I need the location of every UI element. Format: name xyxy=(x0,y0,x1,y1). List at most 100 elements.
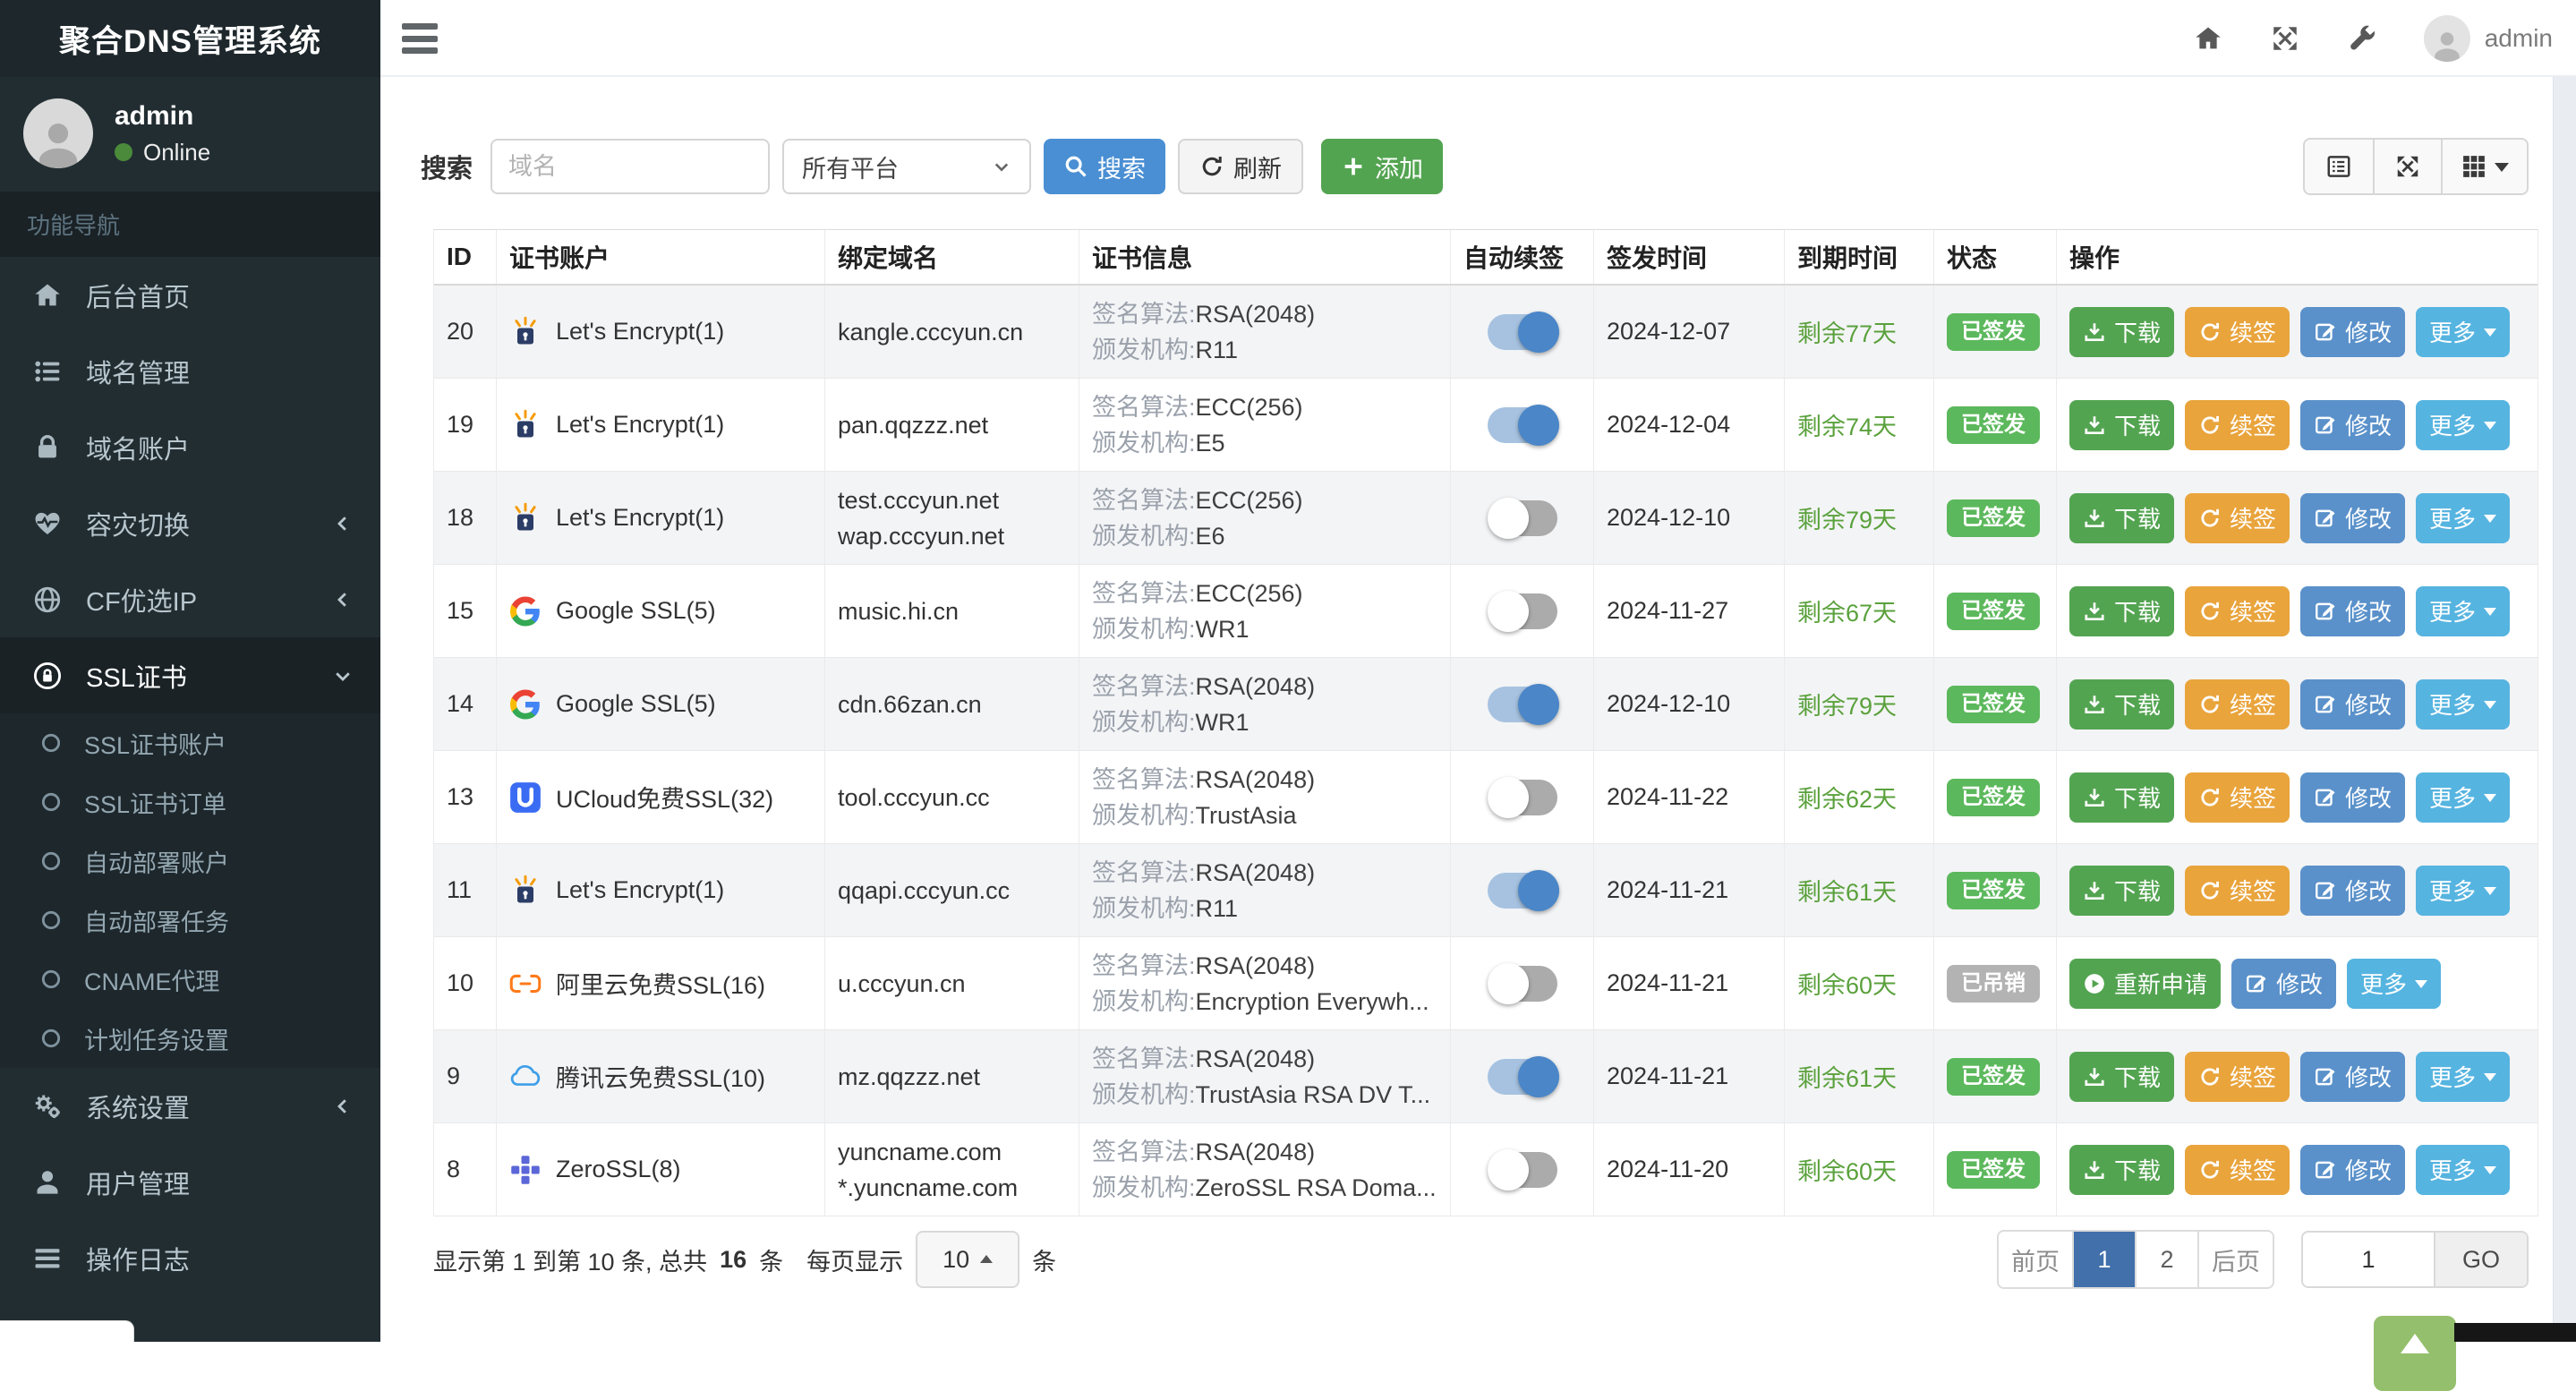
chevron-down-icon xyxy=(332,665,354,687)
home-icon[interactable] xyxy=(2193,23,2223,54)
sidebar-item-auto-deploy-accounts[interactable]: 自动部署账户 xyxy=(0,832,380,891)
edit-button[interactable]: 修改 xyxy=(2300,1051,2406,1102)
search-input[interactable] xyxy=(490,139,771,194)
auto-renew-toggle[interactable] xyxy=(1487,1055,1559,1097)
more-button[interactable]: 更多 xyxy=(2416,492,2511,543)
auto-renew-toggle[interactable] xyxy=(1487,590,1557,632)
sidebar-item-op-logs[interactable]: 操作日志 xyxy=(0,1220,380,1296)
scrollbar[interactable] xyxy=(2553,77,2576,1342)
reapply-button[interactable]: 重新申请 xyxy=(2069,958,2222,1009)
sidebar-item-domain-accounts[interactable]: 域名账户 xyxy=(0,409,380,485)
refresh-button[interactable]: 刷新 xyxy=(1178,139,1304,194)
columns-dropdown-button[interactable] xyxy=(2441,140,2527,193)
table-view-tools xyxy=(2303,138,2529,195)
sidebar-toggle-button[interactable] xyxy=(402,23,438,54)
download-button[interactable]: 下载 xyxy=(2069,306,2175,357)
sidebar-item-dashboard[interactable]: 后台首页 xyxy=(0,257,380,333)
more-button[interactable]: 更多 xyxy=(2416,678,2511,730)
edit-button[interactable]: 修改 xyxy=(2231,958,2337,1009)
download-button[interactable]: 下载 xyxy=(2069,678,2175,730)
avatar xyxy=(23,98,93,168)
wrench-icon[interactable] xyxy=(2347,23,2377,54)
table-row: 18 Let's Encrypt(1) test.cccyun.net wap.c… xyxy=(434,472,2538,565)
sidebar-item-ssl-cert-accounts[interactable]: SSL证书账户 xyxy=(0,713,380,772)
more-button[interactable]: 更多 xyxy=(2416,399,2511,450)
sidebar-item-ssl-cert-orders[interactable]: SSL证书订单 xyxy=(0,772,380,832)
letsencrypt-icon xyxy=(509,409,542,441)
auto-renew-toggle[interactable] xyxy=(1487,962,1557,1004)
more-button[interactable]: 更多 xyxy=(2416,772,2511,823)
auto-renew-toggle[interactable] xyxy=(1487,869,1559,911)
next-page-button[interactable]: 后页 xyxy=(2197,1232,2273,1287)
more-button[interactable]: 更多 xyxy=(2416,865,2511,916)
auto-renew-toggle[interactable] xyxy=(1487,404,1559,446)
download-button[interactable]: 下载 xyxy=(2069,1051,2175,1102)
fullscreen-table-button[interactable] xyxy=(2373,140,2441,193)
renew-button[interactable]: 续签 xyxy=(2185,585,2290,636)
download-button[interactable]: 下载 xyxy=(2069,492,2175,543)
sidebar-item-user-manage[interactable]: 用户管理 xyxy=(0,1144,380,1220)
table-header-row: ID 证书账户 绑定域名 证书信息 自动续签 签发时间 到期时间 状态 操作 xyxy=(434,230,2538,286)
more-button[interactable]: 更多 xyxy=(2347,958,2442,1009)
edit-button[interactable]: 修改 xyxy=(2300,585,2406,636)
renew-button[interactable]: 续签 xyxy=(2185,678,2290,730)
download-button[interactable]: 下载 xyxy=(2069,585,2175,636)
go-button[interactable]: GO xyxy=(2434,1233,2527,1286)
edit-button[interactable]: 修改 xyxy=(2300,399,2406,450)
more-button[interactable]: 更多 xyxy=(2416,1144,2511,1195)
edit-button[interactable]: 修改 xyxy=(2300,678,2406,730)
edit-button[interactable]: 修改 xyxy=(2300,865,2406,916)
table-row: 20 Let's Encrypt(1) kangle.cccyun.cn 签名算… xyxy=(434,286,2538,379)
download-button[interactable]: 下载 xyxy=(2069,1144,2175,1195)
renew-button[interactable]: 续签 xyxy=(2185,399,2290,450)
detail-view-button[interactable] xyxy=(2305,140,2373,193)
sidebar-item-domain-manage[interactable]: 域名管理 xyxy=(0,333,380,409)
more-button[interactable]: 更多 xyxy=(2416,1051,2511,1102)
download-button[interactable]: 下载 xyxy=(2069,772,2175,823)
sidebar-item-failover[interactable]: 容灾切换 xyxy=(0,485,380,561)
sidebar-item-cf-ip[interactable]: CF优选IP xyxy=(0,561,380,637)
fullscreen-icon[interactable] xyxy=(2270,23,2300,54)
add-button[interactable]: 添加 xyxy=(1321,139,1444,194)
auto-renew-toggle[interactable] xyxy=(1487,497,1557,539)
user-menu[interactable]: admin xyxy=(2423,15,2553,62)
edit-icon xyxy=(2314,414,2337,437)
renew-button[interactable]: 续签 xyxy=(2185,306,2290,357)
platform-select[interactable]: 所有平台 xyxy=(782,139,1032,194)
status-badge: 已吊销 xyxy=(1947,964,2040,1003)
edit-button[interactable]: 修改 xyxy=(2300,306,2406,357)
edit-button[interactable]: 修改 xyxy=(2300,492,2406,543)
auto-renew-toggle[interactable] xyxy=(1487,311,1559,353)
status-badge: 已签发 xyxy=(1947,405,2040,444)
sidebar-item-ssl-cert[interactable]: SSL证书 xyxy=(0,637,380,713)
page-size-select[interactable]: 10 xyxy=(916,1231,1020,1288)
download-button[interactable]: 下载 xyxy=(2069,865,2175,916)
caret-down-icon xyxy=(2415,979,2428,994)
sidebar-item-cname-proxy[interactable]: CNAME代理 xyxy=(0,950,380,1009)
renew-button[interactable]: 续签 xyxy=(2185,772,2290,823)
sidebar-item-cron-settings[interactable]: 计划任务设置 xyxy=(0,1009,380,1068)
renew-button[interactable]: 续签 xyxy=(2185,1144,2290,1195)
auto-renew-toggle[interactable] xyxy=(1487,776,1557,818)
edit-button[interactable]: 修改 xyxy=(2300,1144,2406,1195)
download-button[interactable]: 下载 xyxy=(2069,399,2175,450)
more-button[interactable]: 更多 xyxy=(2416,585,2511,636)
page-2-button[interactable]: 2 xyxy=(2135,1232,2197,1287)
page-jump-input[interactable] xyxy=(2303,1233,2434,1286)
auto-renew-toggle[interactable] xyxy=(1487,1148,1557,1190)
renew-button[interactable]: 续签 xyxy=(2185,1051,2290,1102)
list-icon xyxy=(32,356,63,387)
more-button[interactable]: 更多 xyxy=(2416,306,2511,357)
caret-down-icon xyxy=(2484,607,2497,622)
sidebar-item-system-settings[interactable]: 系统设置 xyxy=(0,1068,380,1144)
ssl-submenu: SSL证书账户 SSL证书订单 自动部署账户 自动部署任务 CNAME代理 计划… xyxy=(0,713,380,1068)
sidebar-item-auto-deploy-tasks[interactable]: 自动部署任务 xyxy=(0,891,380,950)
page-1-button[interactable]: 1 xyxy=(2072,1232,2135,1287)
renew-button[interactable]: 续签 xyxy=(2185,492,2290,543)
renew-button[interactable]: 续签 xyxy=(2185,865,2290,916)
auto-renew-toggle[interactable] xyxy=(1487,683,1559,725)
back-to-top-button[interactable] xyxy=(2374,1316,2456,1391)
prev-page-button[interactable]: 前页 xyxy=(1999,1232,2072,1287)
search-button[interactable]: 搜索 xyxy=(1044,139,1166,194)
edit-button[interactable]: 修改 xyxy=(2300,772,2406,823)
